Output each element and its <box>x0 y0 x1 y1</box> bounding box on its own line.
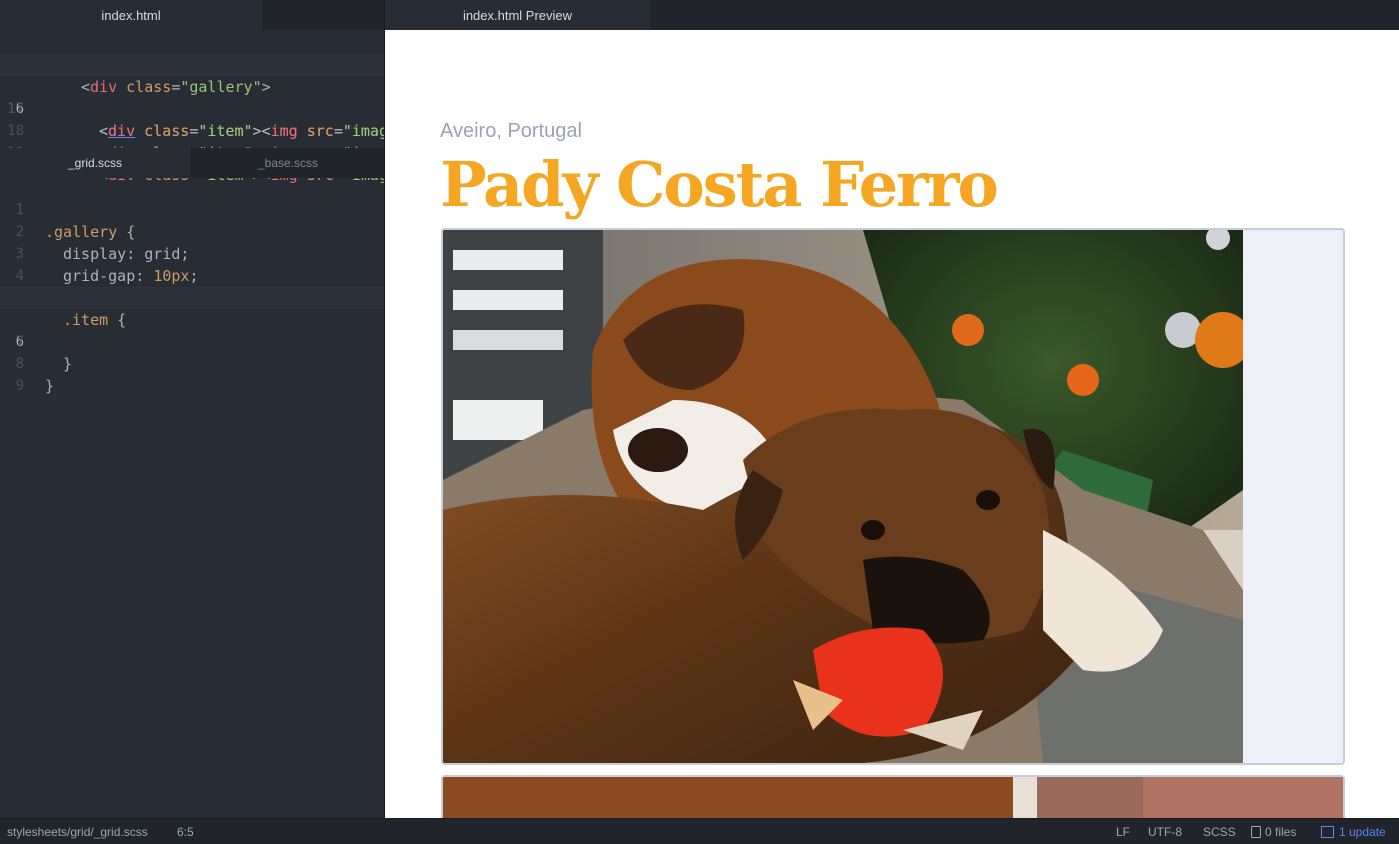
tab-label: _grid.scss <box>67 156 123 170</box>
code-line: 17 <div class="item"><img src="imag <box>0 76 384 140</box>
encoding[interactable]: UTF-8 <box>1148 819 1182 844</box>
code-line: 7 } <box>0 309 384 373</box>
page-title: Pady Costa Ferro <box>440 148 999 221</box>
html-code-view[interactable]: 15 <div class="gallery"> 16 <div class="… <box>0 32 384 184</box>
bottom-pane-tabbar: _grid.scss _base.scss <box>0 148 384 178</box>
tab-preview[interactable]: index.html Preview <box>385 0 650 30</box>
package-icon <box>1321 826 1334 838</box>
tab-base-scss[interactable]: _base.scss <box>192 148 384 178</box>
grammar[interactable]: SCSS <box>1203 819 1236 844</box>
code-line: 8 } <box>0 331 384 395</box>
cursor-position[interactable]: 6:5 <box>177 819 194 844</box>
preview-tabbar: index.html Preview <box>385 0 1399 30</box>
tab-index-html[interactable]: index.html <box>0 0 262 30</box>
update-indicator[interactable]: 1 update <box>1321 819 1386 844</box>
tab-label: index.html <box>101 7 161 23</box>
code-line: 9 <box>0 353 384 394</box>
tab-label: _base.scss <box>257 156 319 170</box>
files-indicator[interactable]: 0 files <box>1251 819 1296 844</box>
scss-code-view[interactable]: 1 .gallery { 2 display: grid; 3 grid-gap… <box>0 177 384 395</box>
location-subtitle: Aveiro, Portugal <box>440 120 582 142</box>
code-line: 5 .item { <box>0 265 384 329</box>
code-line-current: 16 <div class="item"><img src="imag <box>0 54 384 140</box>
code-line: 1 .gallery { <box>0 177 384 241</box>
gallery-item <box>441 775 1345 818</box>
file-icon <box>1251 826 1261 838</box>
html-preview[interactable]: Aveiro, Portugal Pady Costa Ferro <box>385 30 1399 818</box>
status-bar: stylesheets/grid/_grid.scss 6:5 LF UTF-8… <box>0 818 1399 844</box>
code-line: 2 display: grid; <box>0 199 384 263</box>
code-line: 18 <div class="item"><img src="imag <box>0 98 384 162</box>
top-pane-tabbar: index.html <box>0 0 384 30</box>
tab-label: index.html Preview <box>462 7 573 23</box>
code-line: 3 grid-gap: 10px; <box>0 221 384 285</box>
code-line: 15 <div class="gallery"> <box>0 32 384 96</box>
tab-grid-scss[interactable]: _grid.scss <box>0 148 190 178</box>
code-line-current: 6 <box>0 287 384 350</box>
line-number: 9 <box>15 378 24 394</box>
code-line: 4 <box>0 243 384 284</box>
line-ending[interactable]: LF <box>1116 819 1130 844</box>
dog-photo <box>443 230 1243 763</box>
gallery-item <box>441 228 1345 765</box>
file-path[interactable]: stylesheets/grid/_grid.scss <box>7 819 148 844</box>
code-line: 19 <div class="item"><img src="imag <box>0 120 384 184</box>
editor-column: index.html 15 <div class="gallery"> 16 <… <box>0 0 384 818</box>
